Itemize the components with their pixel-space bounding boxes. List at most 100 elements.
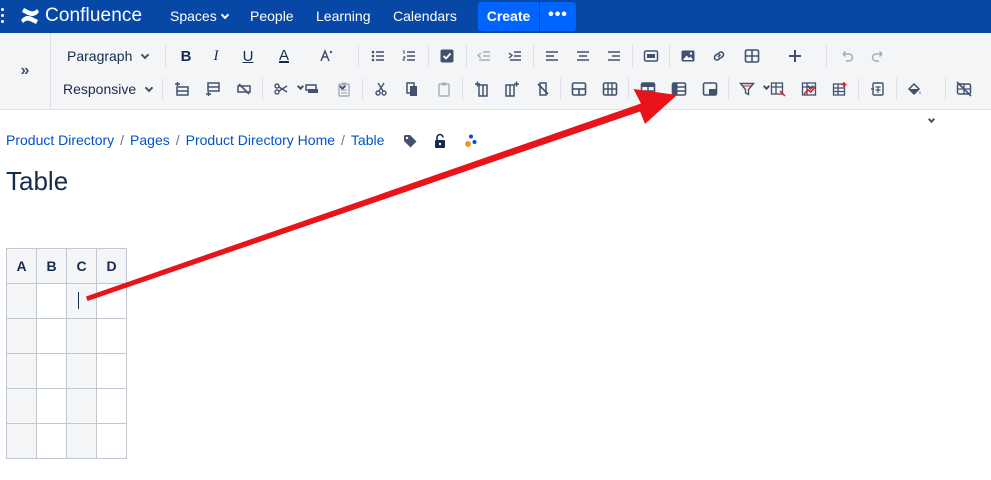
merge-cells-icon[interactable] [567, 77, 591, 101]
toolbar-divider [165, 45, 166, 67]
more-create-options-button[interactable]: ••• [540, 2, 576, 31]
table-transformer-icon[interactable] [828, 77, 852, 101]
table-chart-icon[interactable] [797, 77, 821, 101]
column-header-d[interactable]: D [96, 248, 127, 284]
table-cell[interactable] [96, 353, 127, 389]
toolbar-divider [826, 45, 827, 67]
unlocked-icon[interactable] [432, 133, 448, 149]
toolbar-divider [560, 78, 561, 100]
toolbar-divider [362, 78, 363, 100]
indent-icon[interactable] [503, 44, 527, 68]
footer-row-icon[interactable] [698, 77, 722, 101]
copy-icon[interactable] [400, 77, 424, 101]
table-cell[interactable] [66, 318, 97, 354]
table-cell[interactable] [96, 388, 127, 424]
table-cell[interactable] [96, 423, 127, 459]
italic-button[interactable]: I [204, 44, 228, 68]
redo-icon[interactable] [866, 44, 890, 68]
outdent-icon[interactable] [472, 44, 496, 68]
column-header-b[interactable]: B [36, 248, 67, 284]
table-row [6, 318, 127, 354]
table-filter-icon[interactable] [735, 77, 759, 101]
confluence-logo[interactable]: Confluence [20, 5, 142, 27]
insert-row-before-icon[interactable] [170, 77, 194, 101]
expand-toolbar-button[interactable]: » [0, 33, 51, 109]
delete-table-icon[interactable] [952, 77, 976, 101]
table-cell[interactable] [66, 423, 97, 459]
paragraph-style-select[interactable]: Paragraph [67, 42, 150, 70]
column-header-a[interactable]: A [6, 248, 37, 284]
table-cell[interactable] [6, 388, 37, 424]
undo-icon[interactable] [835, 44, 859, 68]
table-cell[interactable] [6, 283, 37, 319]
insert-column-after-icon[interactable] [500, 77, 524, 101]
table-header-row: A B C D [6, 248, 127, 284]
toolbar-divider [858, 78, 859, 100]
toolbar-divider [945, 78, 946, 100]
bullet-list-icon[interactable] [366, 44, 390, 68]
nav-spaces-label: Spaces [170, 8, 217, 24]
underline-button[interactable]: U [236, 44, 260, 68]
paste-icon[interactable] [432, 77, 456, 101]
nav-learning[interactable]: Learning [316, 0, 371, 33]
breadcrumb-link-pages[interactable]: Pages [130, 132, 170, 148]
table-cell[interactable] [6, 423, 37, 459]
table-spreadsheet-icon[interactable] [866, 77, 890, 101]
text-color-button[interactable]: A [272, 43, 296, 67]
bold-button[interactable]: B [174, 44, 198, 68]
breadcrumb-link-current[interactable]: Table [351, 132, 384, 148]
table-width-value: Responsive [63, 81, 137, 97]
column-header-c[interactable]: C [66, 248, 97, 284]
content-table: A B C D [6, 248, 127, 459]
chevron-down-icon [141, 50, 150, 60]
table-cell[interactable] [66, 353, 97, 389]
nav-spaces[interactable]: Spaces [170, 0, 229, 33]
align-right-icon[interactable] [602, 44, 626, 68]
heading-column-icon[interactable] [667, 77, 691, 101]
split-cells-icon[interactable] [598, 77, 622, 101]
numbered-list-icon[interactable] [397, 44, 421, 68]
table-cell[interactable] [36, 283, 67, 319]
align-left-icon[interactable] [540, 44, 564, 68]
paste-row-icon[interactable] [332, 77, 356, 101]
page-layout-icon[interactable] [639, 44, 663, 68]
insert-more-icon[interactable] [783, 44, 807, 68]
more-formatting-icon[interactable] [314, 44, 338, 68]
breadcrumb-link-space[interactable]: Product Directory [6, 132, 114, 148]
create-button[interactable]: Create [478, 2, 539, 31]
app-switcher-icon[interactable] [0, 8, 6, 24]
insert-image-icon[interactable] [676, 44, 700, 68]
delete-row-icon[interactable] [232, 77, 256, 101]
insert-column-before-icon[interactable] [470, 77, 494, 101]
nav-calendars[interactable]: Calendars [393, 0, 457, 33]
table-cell[interactable] [36, 318, 67, 354]
cut-icon[interactable] [369, 77, 393, 101]
breadcrumb-link-home[interactable]: Product Directory Home [186, 132, 335, 148]
table-cell[interactable] [6, 353, 37, 389]
copy-row-icon[interactable] [300, 77, 324, 101]
toolbar-divider [533, 45, 534, 67]
table-cell[interactable] [96, 318, 127, 354]
insert-row-after-icon[interactable] [201, 77, 225, 101]
page-title[interactable]: Table [6, 166, 68, 197]
insert-link-icon[interactable] [707, 44, 731, 68]
table-width-select[interactable]: Responsive [63, 75, 154, 103]
cell-color-icon[interactable] [902, 77, 926, 101]
label-tag-icon[interactable] [402, 133, 418, 149]
insert-table-icon[interactable] [740, 44, 764, 68]
table-cell[interactable] [6, 318, 37, 354]
table-cell[interactable] [96, 283, 127, 319]
table-pivot-icon[interactable] [766, 77, 790, 101]
table-cell[interactable] [36, 353, 67, 389]
table-cell-active[interactable] [66, 283, 97, 319]
table-cell[interactable] [36, 388, 67, 424]
table-cell[interactable] [36, 423, 67, 459]
heading-row-icon[interactable] [636, 77, 660, 101]
table-cell[interactable] [66, 388, 97, 424]
nav-people[interactable]: People [250, 0, 294, 33]
cut-row-icon[interactable] [269, 77, 293, 101]
task-list-icon[interactable] [435, 44, 459, 68]
app-integration-icon[interactable] [463, 133, 479, 149]
delete-column-icon[interactable] [531, 77, 555, 101]
align-center-icon[interactable] [571, 44, 595, 68]
